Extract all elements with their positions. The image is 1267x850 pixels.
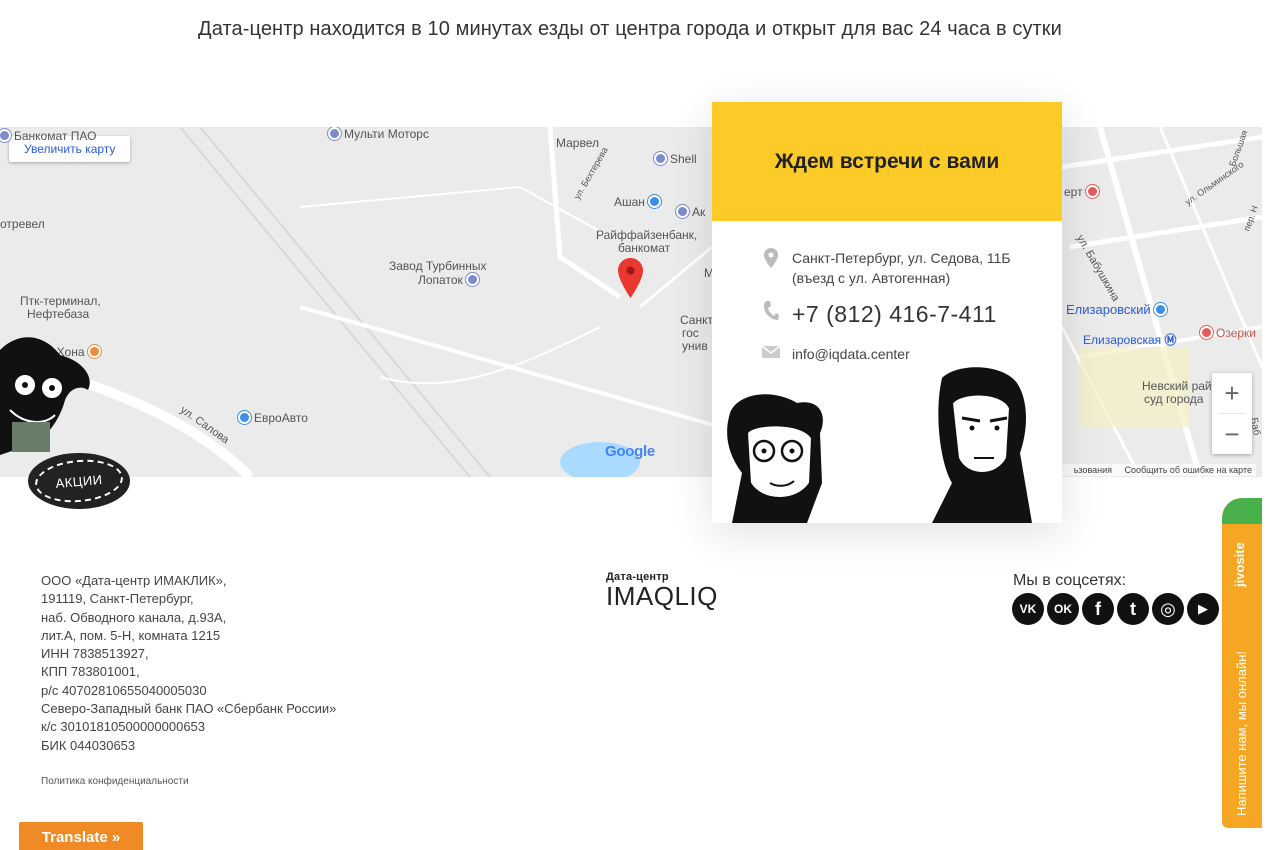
contact-card-heading: Ждем встречи с вами: [712, 102, 1062, 221]
ok-icon[interactable]: OK: [1047, 593, 1079, 625]
map-poi-label: суд города: [1144, 392, 1204, 406]
company-line: КПП 783801001,: [41, 664, 140, 680]
zoom-in-button[interactable]: +: [1212, 373, 1252, 413]
jivo-status-indicator: [1222, 498, 1262, 524]
promotions-button[interactable]: АКЦИИ: [28, 453, 130, 509]
report-map-error-link[interactable]: Сообщить об ошибке на карте: [1125, 465, 1252, 475]
map-poi-label[interactable]: Лопаток: [418, 273, 482, 287]
company-line: наб. Обводного канала, д.93А,: [41, 609, 227, 625]
poi-icon: [466, 273, 480, 286]
poi-icon: [676, 205, 689, 218]
map-poi-label: отревел: [0, 217, 45, 231]
company-line: ООО «Дата-центр ИМАКЛИК»,: [41, 573, 227, 588]
social-heading: Мы в соцсетях:: [1013, 572, 1127, 589]
mail-icon: [762, 346, 780, 358]
social-links: VK OK f t ◎ ▶: [1012, 593, 1219, 625]
map-poi-label[interactable]: Мульти Моторс: [328, 127, 429, 141]
phone-icon: [762, 301, 780, 321]
map-poi-label[interactable]: Банкомат ПАО: [0, 129, 96, 143]
zoom-control: + −: [1212, 373, 1252, 454]
contact-card: Ждем встречи с вами Санкт-Петербург, ул.…: [712, 102, 1062, 523]
instagram-icon[interactable]: ◎: [1152, 593, 1184, 625]
company-line: ИНН 7838513927,: [41, 646, 149, 662]
facebook-icon[interactable]: f: [1082, 593, 1114, 625]
company-line: лит.А, пом. 5-Н, комната 1215: [41, 627, 221, 643]
map-poi-label: банкомат: [618, 241, 671, 255]
map-poi-label[interactable]: Ашан: [614, 195, 664, 209]
logo-wordmark: IMAQLIQ: [606, 581, 718, 611]
promotions-label: АКЦИИ: [33, 456, 125, 506]
map-poi-label: унив: [682, 339, 708, 353]
google-logo: Google: [605, 443, 655, 460]
address-note: (въезд с ул. Автогенная): [792, 270, 951, 286]
hospital-icon: [1085, 185, 1099, 198]
translate-button[interactable]: Translate »: [19, 822, 143, 850]
promo-character-illustration: [0, 337, 90, 455]
map-poi-label[interactable]: ерт: [1064, 185, 1102, 199]
jivo-chat-prompt: Напишите нам, мы онлайн!: [1234, 650, 1249, 816]
map-attribution: ьзования Сообщить об ошибке на карте: [1059, 464, 1256, 476]
metro-station-label[interactable]: Елизаровская Ⓜ: [1083, 334, 1177, 347]
company-line: 191119, Санкт-Петербург,: [41, 591, 194, 607]
phone-row: +7 (812) 416-7-411: [762, 301, 997, 328]
phone-number[interactable]: +7 (812) 416-7-411: [792, 301, 997, 328]
restaurant-icon: [1200, 326, 1213, 339]
google-map[interactable]: Увеличить карту Банкомат ПАО Мульти Мото…: [0, 127, 1262, 477]
map-poi-label[interactable]: Елизаровский: [1066, 303, 1170, 316]
section-subtitle: Дата-центр находится в 10 минутах езды о…: [198, 18, 1062, 40]
company-line: к/с 30101810500000000653: [41, 719, 206, 735]
section-title-cut: [540, 0, 740, 4]
email-row: info@iqdata.center: [762, 346, 910, 362]
youtube-icon[interactable]: ▶: [1187, 593, 1219, 625]
company-line: р/с 40702810655040005030: [41, 682, 207, 698]
map-terms-link[interactable]: ьзования: [1074, 465, 1112, 475]
imaqliq-logo[interactable]: Дата-центр IMAQLIQ: [606, 571, 718, 609]
address-row: Санкт-Петербург, ул. Седова, 11Б (въезд …: [762, 248, 1011, 288]
shopping-icon: [1154, 303, 1168, 316]
metro-icon: Ⓜ: [1164, 333, 1177, 347]
shopping-icon: [648, 195, 662, 208]
company-line: БИК 044030653: [41, 737, 136, 753]
twitter-icon[interactable]: t: [1117, 593, 1149, 625]
map-poi-label[interactable]: Shell: [654, 152, 697, 166]
poi-icon: [328, 127, 341, 140]
jivo-brand-label: jivosite: [1232, 542, 1247, 587]
staff-portraits-illustration: [727, 367, 1032, 523]
map-poi-label[interactable]: Озерки: [1200, 326, 1256, 340]
location-pin-icon[interactable]: [618, 258, 643, 298]
location-icon: [762, 248, 780, 268]
map-poi-label[interactable]: ЕвроАвто: [238, 411, 308, 425]
poi-icon: [0, 129, 11, 142]
zoom-out-button[interactable]: −: [1212, 414, 1252, 454]
map-poi-label: Марвел: [556, 136, 599, 150]
address-line: Санкт-Петербург, ул. Седова, 11Б: [792, 250, 1011, 266]
vk-icon[interactable]: VK: [1012, 593, 1044, 625]
shopping-icon: [238, 411, 251, 424]
company-details: ООО «Дата-центр ИМАКЛИК», 191119, Санкт-…: [41, 572, 336, 755]
map-poi-label[interactable]: Ак: [676, 205, 705, 219]
jivosite-chat-widget[interactable]: jivosite Напишите нам, мы онлайн!: [1222, 498, 1262, 828]
company-line: Северо-Западный банк ПАО «Сбербанк Росси…: [41, 701, 337, 717]
email-link[interactable]: info@iqdata.center: [792, 346, 910, 362]
privacy-policy-link[interactable]: Политика конфиденциальности: [41, 776, 189, 787]
map-poi-label: Нефтебаза: [27, 307, 90, 321]
map-poi-label: Завод Турбинных: [389, 259, 487, 273]
poi-icon: [654, 152, 667, 165]
